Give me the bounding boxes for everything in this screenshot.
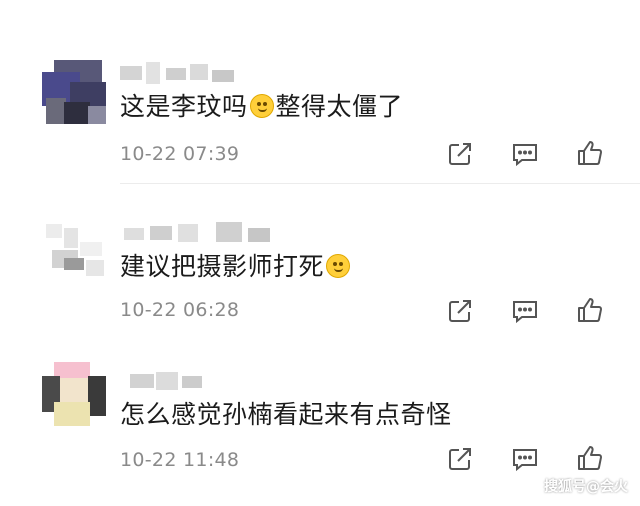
watermark: 搜狐号@会火 [544,479,628,495]
reply-icon[interactable] [510,444,540,474]
share-icon[interactable] [445,139,475,169]
divider [120,183,640,184]
comment-text-part: 整得太僵了 [275,92,404,121]
comment-text-part: 怎么感觉孙楠看起来有点奇怪 [120,400,452,429]
share-icon[interactable] [445,444,475,474]
comment-text: 建议把摄影师打死 [120,251,352,283]
comment-text-part: 这是李玟吗 [120,92,248,121]
squinting-emoji-icon [326,254,351,278]
avatar[interactable] [40,58,108,126]
username-blurred[interactable] [120,222,270,244]
thumbs-up-icon[interactable] [575,443,605,473]
comment-text: 怎么感觉孙楠看起来有点奇怪 [120,399,452,431]
comment-time: 10-22 11:48 [120,449,240,471]
avatar[interactable] [40,362,108,430]
reply-icon[interactable] [510,139,540,169]
comment-text: 这是李玟吗 整得太僵了 [120,91,403,123]
username-blurred[interactable] [120,370,240,392]
comment-time: 10-22 07:39 [120,143,240,165]
comment-text-part: 建议把摄影师打死 [120,252,325,281]
share-icon[interactable] [445,296,475,326]
username-blurred[interactable] [120,62,240,84]
thumbs-up-icon[interactable] [575,295,605,325]
avatar[interactable] [40,220,108,288]
grimacing-emoji-icon [249,94,274,118]
comment-time: 10-22 06:28 [120,299,240,321]
reply-icon[interactable] [510,296,540,326]
thumbs-up-icon[interactable] [575,138,605,168]
